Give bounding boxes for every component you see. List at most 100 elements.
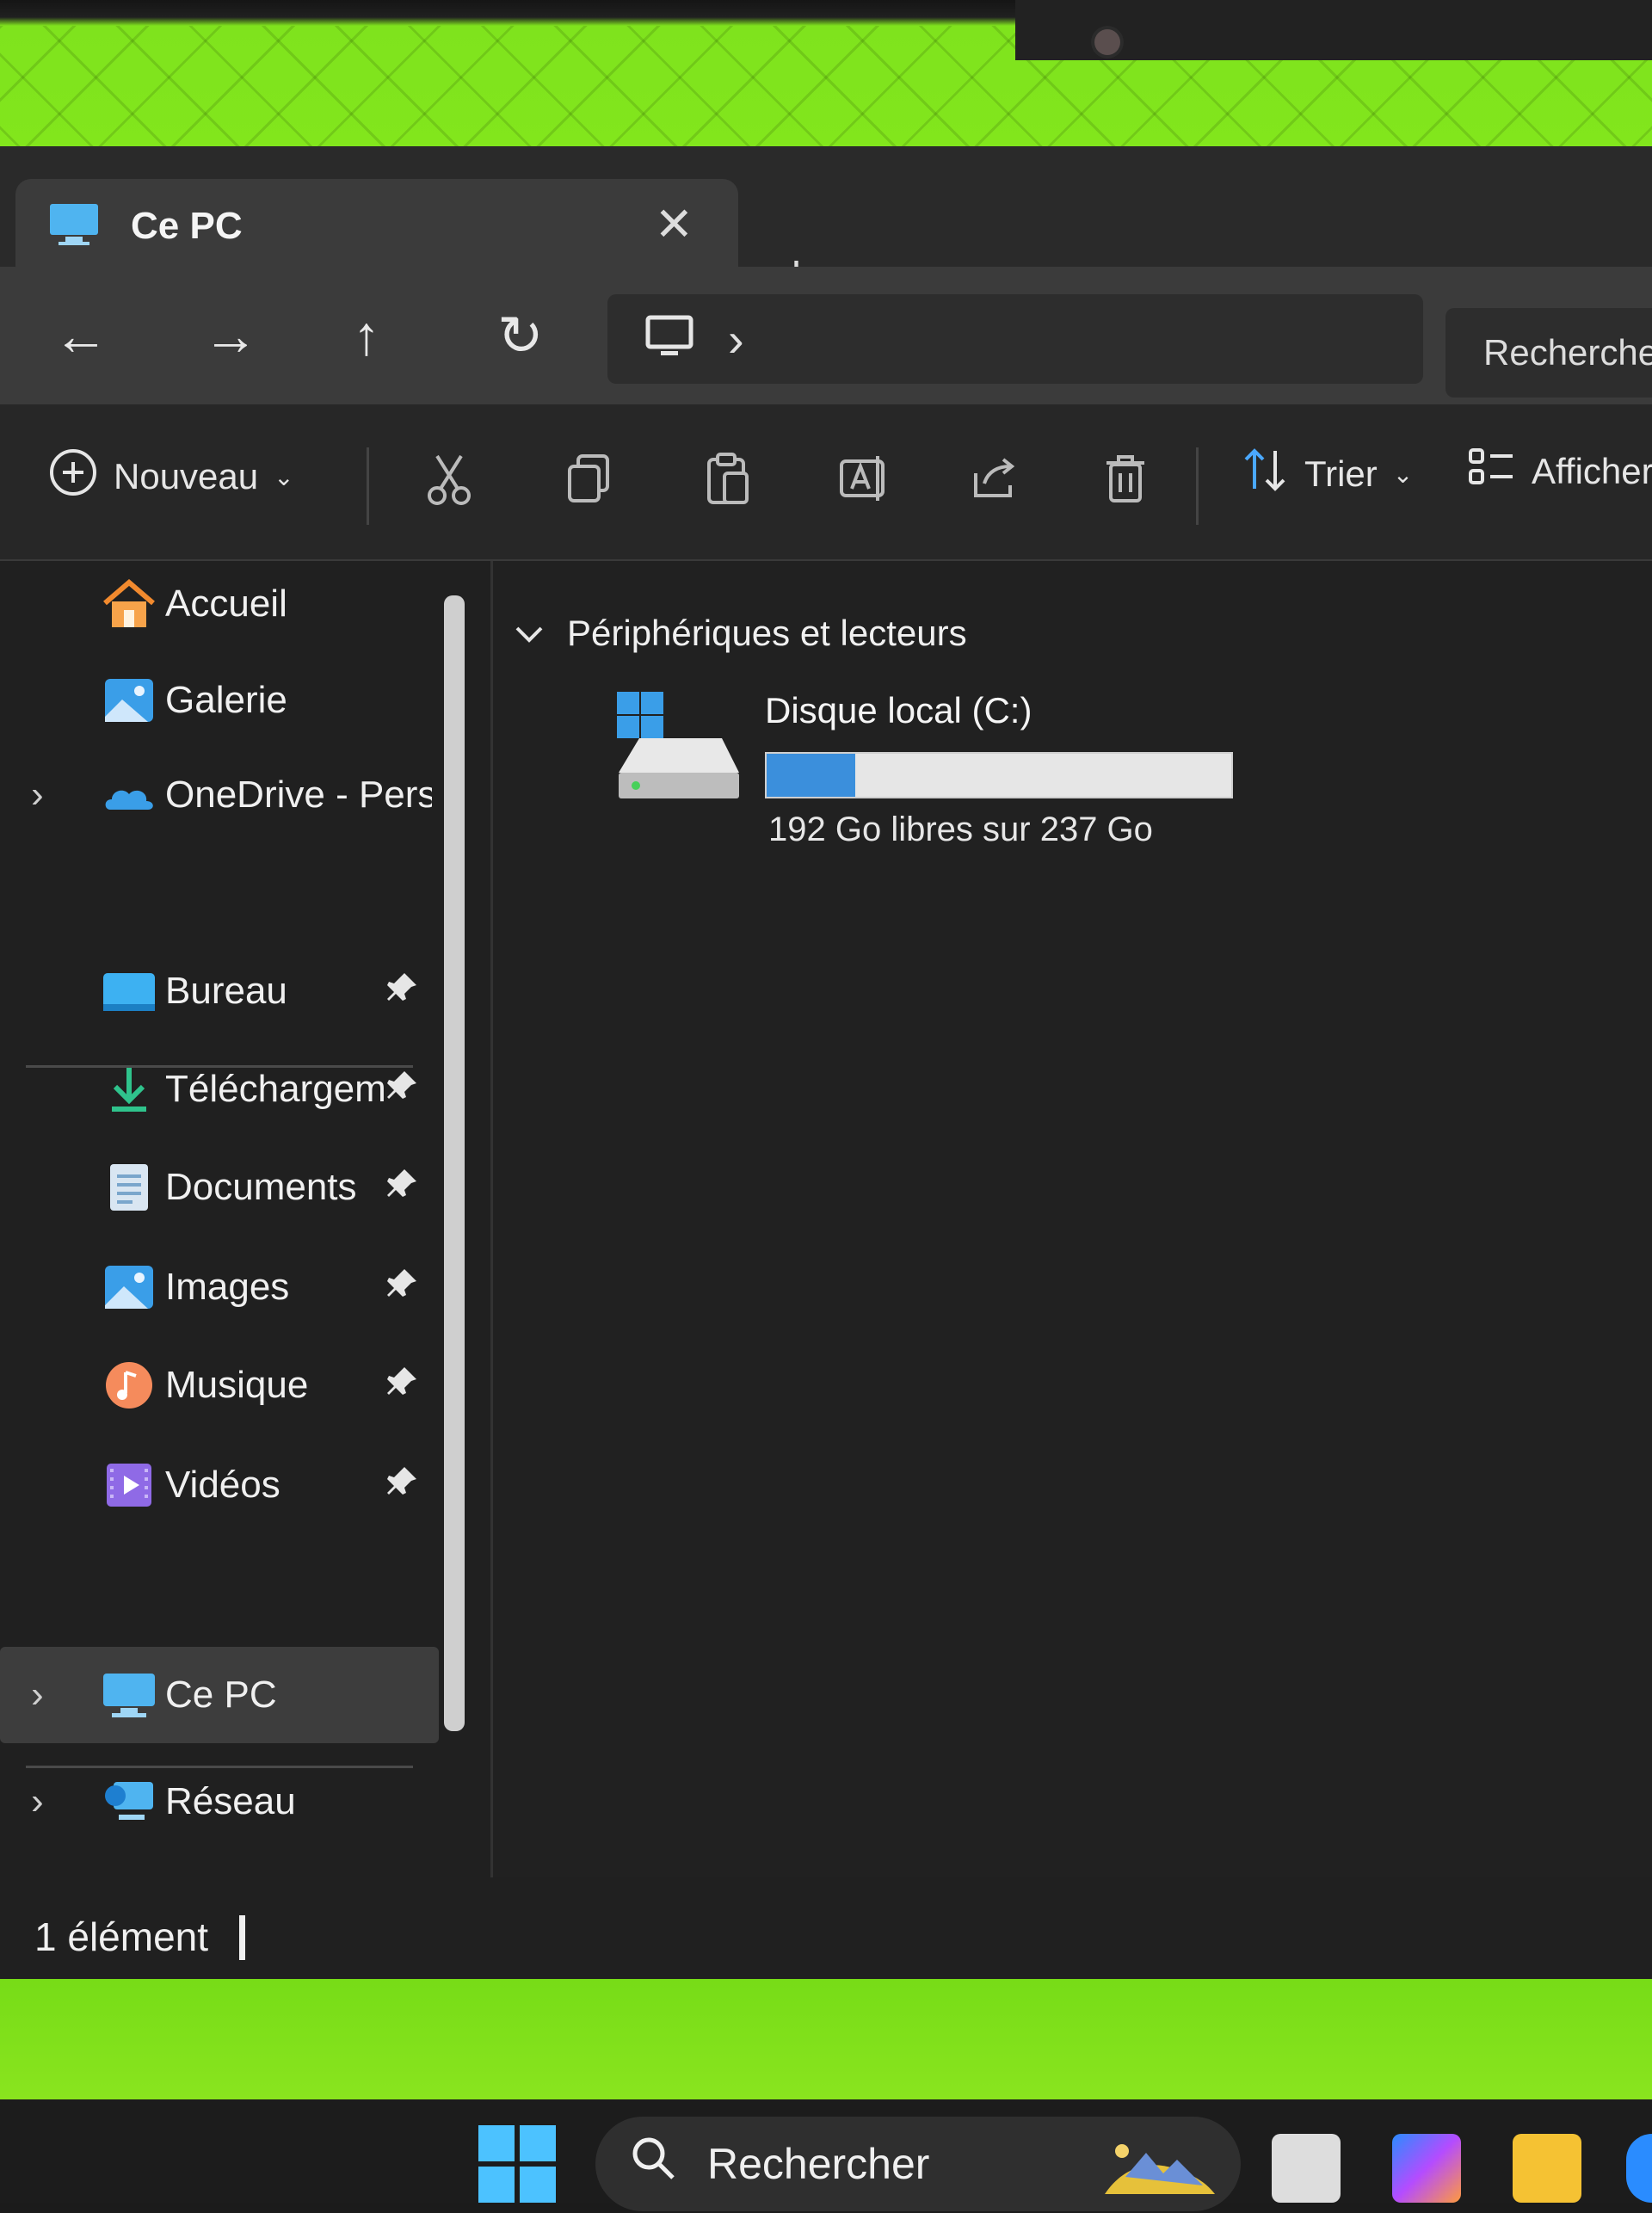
status-separator (239, 1915, 245, 1960)
windows-start-icon[interactable] (478, 2125, 556, 2203)
sidebar-item-telechargements[interactable]: Téléchargeme (0, 1046, 439, 1132)
search-input[interactable]: Rechercher (1446, 308, 1652, 398)
status-bar: 1 élément (0, 1877, 1652, 1988)
devices-group-header[interactable]: Périphériques et lecteurs (514, 613, 967, 654)
tab-this-pc[interactable]: Ce PC ✕ (15, 179, 738, 274)
breadcrumb-chevron-icon[interactable]: › (728, 311, 744, 367)
onedrive-icon (102, 770, 157, 820)
tab-title: Ce PC (131, 205, 243, 247)
pin-icon[interactable] (385, 1068, 420, 1112)
sidebar-item-label: Téléchargeme (165, 1068, 384, 1110)
chevron-down-icon: ⌄ (1392, 460, 1414, 488)
pin-icon[interactable] (385, 1266, 420, 1310)
home-icon (102, 579, 157, 629)
documents-icon (102, 1162, 157, 1212)
sidebar-item-documents[interactable]: Documents (0, 1144, 439, 1230)
network-icon (102, 1777, 157, 1827)
pictures-icon (102, 1262, 157, 1312)
forward-arrow-icon[interactable]: → (203, 308, 258, 363)
copy-icon[interactable] (566, 453, 613, 509)
sidebar-item-videos[interactable]: Vidéos (0, 1442, 439, 1528)
paste-icon[interactable] (704, 453, 752, 512)
item-count: 1 élément (34, 1914, 209, 1959)
delete-icon[interactable] (1103, 453, 1148, 509)
drive-name: Disque local (C:) (765, 690, 1032, 730)
monitor-icon (645, 315, 693, 364)
pin-icon[interactable] (385, 970, 420, 1014)
sidebar-item-reseau[interactable]: › Réseau (0, 1759, 439, 1845)
cut-icon[interactable] (425, 453, 473, 512)
tab-strip: Ce PC ✕ + (0, 146, 1652, 299)
drive-tile-c[interactable]: Disque local (C:) 192 Go libres sur 237 … (613, 690, 1302, 862)
sidebar-item-label: Vidéos (165, 1464, 280, 1506)
gallery-icon (102, 675, 157, 725)
drive-usage-fill (767, 754, 855, 797)
sidebar-item-musique[interactable]: Musique (0, 1342, 439, 1428)
search-icon (630, 2135, 678, 2193)
taskbar-search-box[interactable]: Rechercher (595, 2117, 1241, 2211)
taskbar-search-placeholder: Rechercher (707, 2140, 930, 2188)
hard-drive-icon (613, 690, 743, 806)
close-tab-icon[interactable]: ✕ (655, 201, 693, 248)
sidebar-item-ce-pc[interactable]: › Ce PC (0, 1647, 439, 1743)
chevron-down-icon (514, 613, 545, 654)
sidebar-item-label: Documents (165, 1166, 357, 1208)
rename-icon[interactable] (838, 453, 890, 509)
command-bar: Nouveau ⌄ Trier ⌄ Afficher (0, 404, 1652, 561)
navigation-pane: Accueil Galerie › OneDrive - Persc Burea… (0, 561, 482, 1877)
pin-icon[interactable] (385, 1364, 420, 1408)
sort-button[interactable]: Trier ⌄ (1241, 447, 1413, 501)
downloads-icon (102, 1064, 157, 1114)
drive-free-space: 192 Go libres sur 237 Go (768, 811, 1153, 848)
share-icon[interactable] (971, 453, 1020, 507)
drive-usage-bar (765, 752, 1233, 798)
sidebar-item-galerie[interactable]: Galerie (0, 657, 439, 743)
sidebar-item-label: Images (165, 1266, 290, 1308)
file-explorer-window: Ce PC ✕ + ← → ↑ ↻ › Rechercher Nouveau ⌄ (0, 146, 1652, 1988)
sidebar-item-accueil[interactable]: Accueil (0, 561, 439, 647)
chevron-right-icon[interactable]: › (31, 774, 44, 817)
group-title: Périphériques et lecteurs (567, 613, 967, 653)
address-bar[interactable]: › (607, 294, 1423, 384)
chevron-down-icon: ⌄ (274, 463, 294, 490)
sidebar-item-label: Accueil (165, 583, 287, 625)
refresh-icon[interactable]: ↻ (497, 308, 544, 363)
taskbar: Rechercher (0, 2099, 1652, 2211)
videos-icon (102, 1460, 157, 1510)
view-button[interactable]: Afficher (1468, 447, 1652, 496)
back-arrow-icon[interactable]: ← (53, 308, 108, 363)
pin-icon[interactable] (385, 1166, 420, 1210)
sidebar-item-label: Musique (165, 1364, 309, 1406)
music-icon (102, 1360, 157, 1410)
sidebar-item-images[interactable]: Images (0, 1244, 439, 1330)
this-pc-icon (48, 202, 100, 251)
sidebar-item-label: Réseau (165, 1780, 296, 1822)
webcam (1094, 29, 1120, 55)
search-highlight-icon (1100, 2134, 1220, 2213)
sort-button-label: Trier (1304, 453, 1378, 494)
new-button-label: Nouveau (114, 456, 259, 496)
sidebar-scrollbar[interactable] (444, 595, 465, 1731)
edge-icon[interactable] (1626, 2134, 1652, 2203)
file-explorer-taskbar-icon[interactable] (1513, 2134, 1581, 2203)
toolbar-divider (1196, 447, 1199, 525)
up-arrow-icon[interactable]: ↑ (353, 308, 380, 363)
sort-arrows-icon (1241, 447, 1289, 501)
chevron-right-icon[interactable]: › (31, 1780, 44, 1823)
sidebar-item-label: Ce PC (165, 1674, 277, 1716)
content-pane: Périphériques et lecteurs Disque local (… (490, 561, 1652, 1877)
copilot-icon[interactable] (1392, 2134, 1461, 2203)
pin-icon[interactable] (385, 1464, 420, 1507)
sidebar-item-label: Bureau (165, 970, 287, 1012)
sidebar-item-onedrive[interactable]: › OneDrive - Persc (0, 752, 439, 838)
new-button[interactable]: Nouveau ⌄ (48, 447, 294, 506)
plus-circle-icon (48, 447, 98, 506)
desktop-folder-icon (102, 966, 157, 1016)
chevron-right-icon[interactable]: › (31, 1674, 44, 1717)
sidebar-item-bureau[interactable]: Bureau (0, 948, 439, 1034)
sidebar-item-label: Galerie (165, 679, 287, 721)
navigation-bar: ← → ↑ ↻ › Rechercher (0, 267, 1652, 404)
task-view-icon[interactable] (1272, 2134, 1341, 2203)
view-layout-icon (1468, 447, 1516, 496)
toolbar-divider (367, 447, 369, 525)
